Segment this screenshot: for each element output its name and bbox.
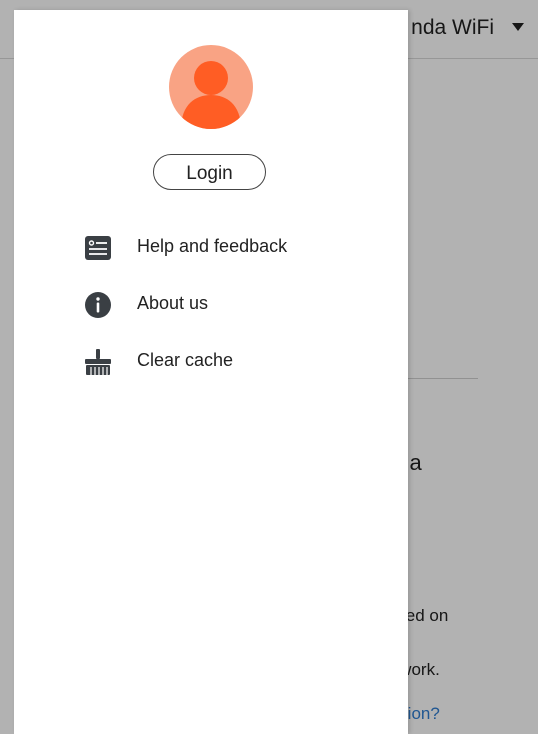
list-icon [84, 234, 112, 262]
user-icon [181, 61, 241, 129]
menu-label: About us [137, 293, 209, 313]
broom-icon [84, 348, 112, 376]
navigation-drawer: Login Help and feedback About us Clear c… [14, 10, 408, 734]
menu-label: Clear cache [137, 350, 234, 370]
avatar[interactable] [169, 45, 253, 129]
menu-item-about-us[interactable]: About us [84, 287, 384, 321]
menu-item-help-feedback[interactable]: Help and feedback [84, 230, 384, 264]
login-button[interactable]: Login [153, 154, 266, 190]
menu-label: Help and feedback [137, 236, 288, 256]
info-icon [84, 291, 112, 319]
menu-item-clear-cache[interactable]: Clear cache [84, 344, 384, 378]
